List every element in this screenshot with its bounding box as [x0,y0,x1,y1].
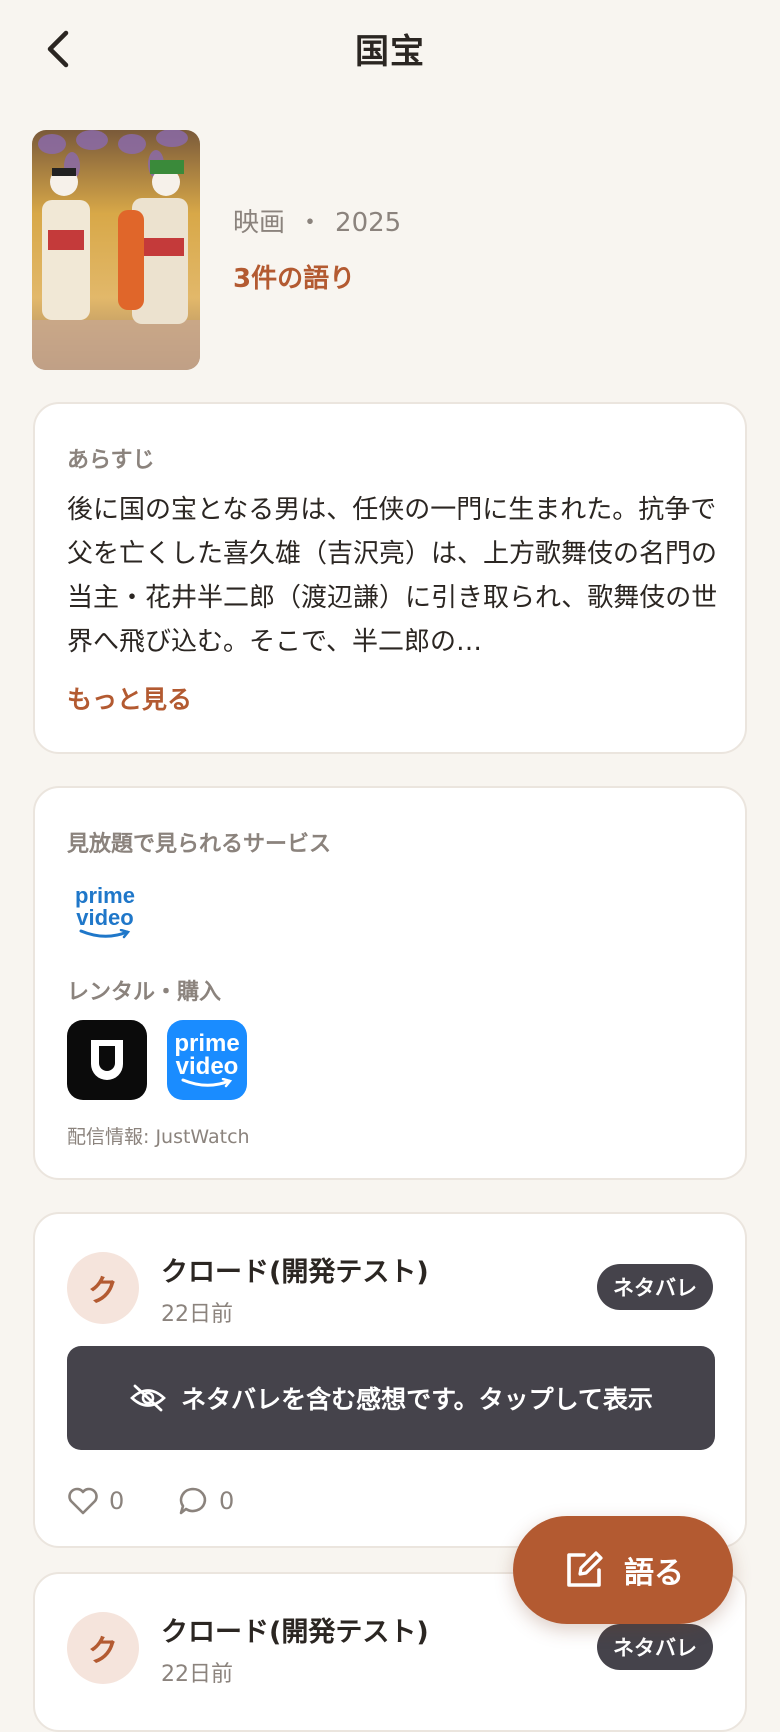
post-username[interactable]: クロード(開発テスト) [161,1610,429,1649]
spoiler-reveal-button[interactable]: ネタバレを含む感想です。タップして表示 [67,1346,715,1450]
prime-logo-word-2: video [76,905,134,930]
streaming-credit: 配信情報: JustWatch [67,1126,250,1148]
poster-image [32,130,200,370]
post-username[interactable]: クロード(開発テスト) [161,1250,429,1289]
work-meta: 映画・ 2025 [233,202,401,239]
meta-separator: ・ [297,208,324,238]
rental-label: レンタル・購入 [67,980,222,1005]
talk-count-link[interactable]: 3件の語り [233,258,355,295]
spoiler-badge: ネタバレ [597,1264,713,1310]
prime-video-subscription-logo[interactable]: prime video [73,880,137,944]
show-more-link[interactable]: もっと見る [67,680,192,716]
shield-logo-icon [91,1040,123,1080]
comment-button[interactable]: 0 [177,1486,234,1516]
subscription-label: 見放題で見られるサービス [67,832,332,857]
smile-arrow-icon [181,1078,233,1088]
prime-icon-word-1: prime [174,1030,240,1057]
synopsis-text: 後に国の宝となる男は、任侠の一門に生まれた。抗争で父を亡くした喜久雄（吉沢亮）は… [67,495,718,657]
synopsis-label: あらすじ [67,448,155,473]
work-category: 映画 [233,208,286,238]
post-time: 22日前 [161,1662,233,1687]
avatar[interactable]: ク [67,1612,139,1684]
spoiler-badge: ネタバレ [597,1624,713,1670]
edit-icon [567,1551,603,1587]
prime-video-rental-icon[interactable]: prime video [167,1020,247,1100]
write-post-label: 語る [624,1556,684,1591]
eye-off-icon [130,1384,167,1412]
comment-icon [179,1487,207,1515]
post-time: 22日前 [161,1302,233,1327]
heart-icon [68,1487,98,1515]
avatar[interactable]: ク [67,1252,139,1324]
post-card[interactable]: ク クロード(開発テスト) 22日前 ネタバレ ネタバレを含む感想です。タップし… [33,1212,747,1548]
work-year: 2025 [335,208,402,238]
prime-logo-word-1: prime [75,883,135,908]
like-count: 0 [109,1487,125,1515]
smile-arrow-icon [79,929,131,939]
prime-icon-word-2: video [175,1053,239,1080]
services-card: 見放題で見られるサービス prime video レンタル・購入 prime v… [33,786,747,1180]
like-button[interactable]: 0 [67,1486,124,1516]
spoiler-notice: ネタバレを含む感想です。タップして表示 [181,1385,653,1414]
header: 国宝 [0,0,780,100]
write-post-button[interactable]: 語る [513,1516,733,1624]
synopsis-card: あらすじ 後に国の宝となる男は、任侠の一門に生まれた。抗争で父を亡くした喜久雄（… [33,402,747,754]
page-title: 国宝 [355,32,425,72]
d-plus-service-icon[interactable] [67,1020,147,1100]
comment-count: 0 [219,1487,235,1515]
